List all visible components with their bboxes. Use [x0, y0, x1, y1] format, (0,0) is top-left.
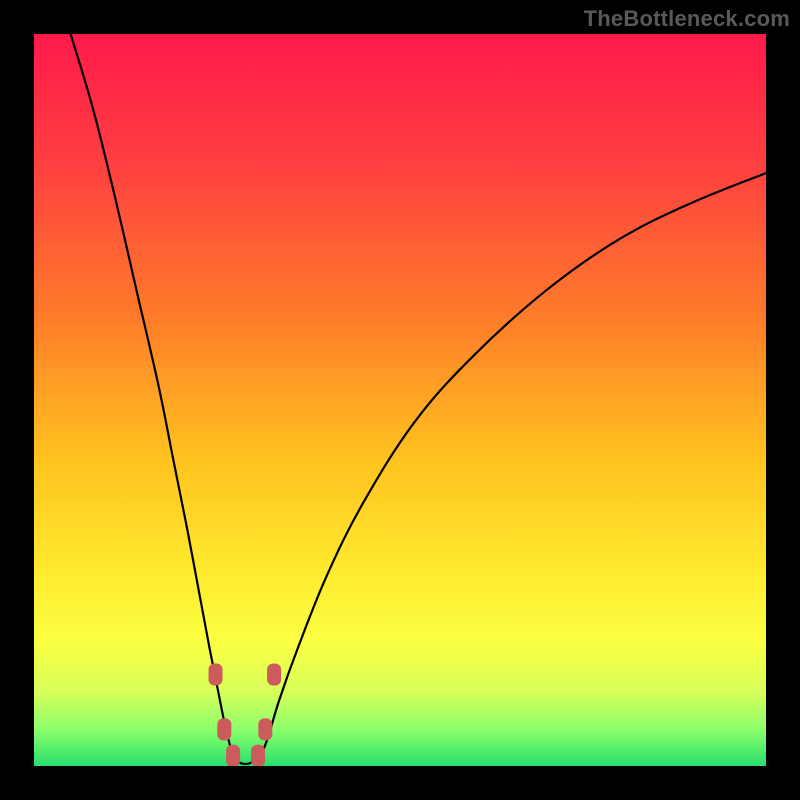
data-marker	[209, 664, 223, 686]
data-marker	[251, 745, 265, 766]
data-marker	[267, 664, 281, 686]
series-right-curve	[257, 173, 766, 760]
data-marker	[217, 718, 231, 740]
watermark-text: TheBottleneck.com	[584, 6, 790, 32]
data-marker	[258, 718, 272, 740]
series-left-curve	[71, 34, 236, 760]
curve-layer	[34, 34, 766, 766]
data-marker	[226, 745, 240, 766]
chart-frame: TheBottleneck.com	[0, 0, 800, 800]
plot-area	[34, 34, 766, 766]
